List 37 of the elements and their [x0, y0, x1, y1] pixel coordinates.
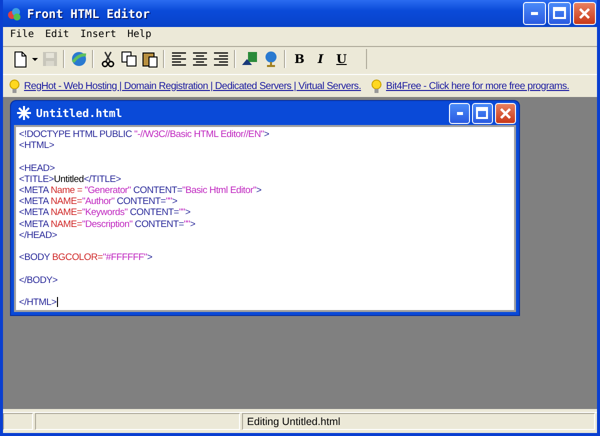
code-line: <!DOCTYPE HTML PUBLIC "-//W3C//Basic HTML Editor//EN">: [19, 129, 270, 140]
colored-balls-icon: [6, 6, 22, 22]
status-text: Editing Untitled.html: [242, 413, 595, 430]
maximize-button[interactable]: [548, 2, 571, 25]
document-title: Untitled.html: [36, 106, 122, 120]
code-line: <HTML>: [19, 140, 56, 152]
menu-item[interactable]: Help: [123, 29, 156, 44]
format-button[interactable]: U: [331, 49, 352, 69]
minimize-icon: [456, 112, 462, 114]
close-button[interactable]: [573, 2, 596, 25]
code-line: </HEAD>: [19, 230, 58, 242]
maximize-button[interactable]: [472, 102, 493, 124]
minimize-button[interactable]: [449, 102, 470, 124]
format-button[interactable]: I: [310, 49, 331, 69]
code-line: </BODY>: [19, 274, 59, 286]
menu-item[interactable]: File: [6, 29, 38, 44]
code-line: <META NAME="Author" CONTENT="">: [19, 196, 178, 208]
window-title: Front HTML Editor: [27, 6, 150, 20]
code-line: <META NAME="Keywords" CONTENT="">: [19, 207, 192, 219]
status-panel: [3, 413, 33, 430]
link[interactable]: Bit4Free - Click here for more free programs.: [386, 80, 570, 92]
close-button[interactable]: [495, 102, 516, 124]
code-line: <BODY BGCOLOR="#FFFFFF">: [19, 252, 154, 264]
code-line: <META Name = "Generator" CONTENT="Basic Html Editor">: [19, 185, 262, 196]
code-line: </HTML>: [19, 296, 58, 308]
lightbulb-icon: [9, 78, 20, 94]
code-line: <TITLE>Untitled</TITLE>: [19, 174, 122, 185]
minimize-icon: [531, 12, 538, 15]
menu-item[interactable]: Edit: [41, 29, 74, 44]
link[interactable]: RegHot - Web Hosting | Domain Registration | Dedicated Servers | Virtual Servers.: [24, 80, 362, 92]
sparkle-icon: [17, 106, 31, 120]
lightbulb-icon: [371, 78, 382, 94]
format-button[interactable]: B: [289, 49, 310, 69]
code-line: <HEAD>: [19, 162, 56, 174]
code-line: <META NAME="Description" CONTENT="">: [19, 218, 196, 230]
menu-item[interactable]: Insert: [76, 29, 120, 44]
minimize-button[interactable]: [523, 2, 546, 25]
